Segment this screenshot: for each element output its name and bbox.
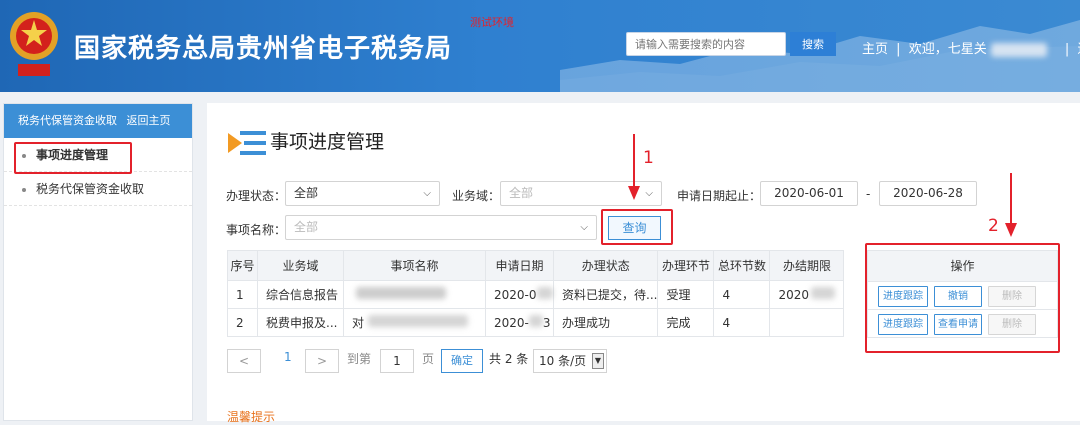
cell-total-steps: 4 [713, 308, 771, 337]
cell-domain: 税费申报及... [257, 308, 344, 337]
redacted-text [356, 287, 446, 299]
page-size-value: 10 条/页 [539, 354, 587, 368]
goto-label: 到第 [347, 352, 372, 366]
tax-bureau-emblem-icon [10, 12, 58, 76]
cell-step: 受理 [657, 280, 715, 309]
cell-domain: 综合信息报告 [257, 280, 344, 309]
prev-page-button[interactable]: < [227, 349, 261, 373]
cell-date: 2020- 3 [485, 308, 554, 337]
cell-status: 办理成功 [552, 308, 659, 337]
page-unit-label: 页 [422, 352, 435, 366]
cell-index: 1 [227, 280, 258, 309]
search-button[interactable]: 搜索 [790, 32, 836, 56]
status-value: 全部 [294, 186, 319, 200]
current-page[interactable]: 1 [284, 350, 292, 364]
redacted-text [368, 315, 469, 327]
date-to-value: 2020-06-28 [893, 186, 963, 200]
test-environment-label: 测试环境 [470, 16, 514, 29]
date-dash: - [866, 187, 871, 201]
annotation-box-query [601, 209, 673, 245]
cell-item-name [343, 280, 486, 309]
table-header-row: 序号 业务域 事项名称 申请日期 办理状态 办理环节 总环节数 办结期限 [227, 250, 845, 281]
domain-value: 全部 [509, 186, 534, 200]
date-from-value: 2020-06-01 [774, 186, 844, 200]
welcome-text: 欢迎，七星关 [908, 42, 987, 57]
cell-date: 2020-0 [485, 280, 554, 309]
chevron-down-icon: ⌵ [645, 188, 653, 199]
status-select[interactable]: 全部 ⌵ [285, 181, 440, 206]
redacted-text [536, 287, 553, 299]
annotation-box-operations [865, 243, 1060, 353]
cell-status: 资料已提交，待... [552, 280, 659, 309]
date-to-input[interactable]: 2020-06-28 [879, 181, 977, 206]
col-header: 业务域 [257, 250, 344, 281]
search-input[interactable] [626, 32, 786, 56]
redacted-text [528, 315, 543, 327]
sidebar-title: 税务代保管资金收取 [18, 114, 117, 127]
item-name-value: 全部 [294, 220, 319, 234]
dropdown-arrow-icon: ▼ [592, 353, 604, 369]
top-nav: 主页 | 欢迎，七星关 | 退出 [862, 38, 1080, 57]
cell-index: 2 [227, 308, 258, 337]
list-title-icon [228, 131, 266, 155]
table-row[interactable]: 1 综合信息报告 2020-0 资料已提交，待... 受理 4 2020 [227, 280, 845, 309]
page-title: 事项进度管理 [270, 131, 385, 153]
table-row[interactable]: 2 税费申报及... 对 2020- 3 办理成功 完成 4 [227, 308, 845, 337]
cell-total-steps: 4 [713, 280, 771, 309]
cell-step: 完成 [657, 308, 715, 337]
col-header: 事项名称 [343, 250, 486, 281]
site-title: 国家税务总局贵州省电子税务局 [74, 34, 453, 64]
col-header: 办理环节 [657, 250, 715, 281]
annotation-arrow-down-icon [628, 134, 640, 200]
annotation-number-1: 1 [643, 148, 654, 168]
sidebar-item-fund-collection[interactable]: 税务代保管资金收取 [4, 172, 192, 206]
bullet-icon [22, 187, 26, 192]
domain-label: 业务域： [452, 189, 501, 203]
header-bar: 国家税务总局贵州省电子税务局 测试环境 搜索 主页 | 欢迎，七星关 | 退出 [0, 0, 1080, 92]
goto-page-input[interactable]: 1 [380, 349, 414, 373]
goto-confirm-button[interactable]: 确定 [441, 349, 483, 373]
cell-deadline: 2020 [769, 280, 845, 309]
col-header: 办理状态 [552, 250, 659, 281]
total-count: 共 2 条 [489, 352, 529, 366]
nav-separator: | [896, 42, 901, 57]
date-from-input[interactable]: 2020-06-01 [760, 181, 858, 206]
col-header: 办结期限 [769, 250, 845, 281]
item-name-label: 事项名称： [226, 223, 287, 237]
annotation-box-sidebar [14, 142, 132, 174]
username-redacted [990, 42, 1047, 57]
date-range-label: 申请日期起止： [677, 189, 762, 203]
col-header: 总环节数 [713, 250, 771, 281]
page-size-select[interactable]: 10 条/页 ▼ [533, 349, 607, 373]
next-page-button[interactable]: > [305, 349, 339, 373]
redacted-text [811, 287, 835, 299]
nav-separator: | [1064, 42, 1070, 57]
sidebar-header: 税务代保管资金收取 返回主页 [4, 104, 192, 138]
chevron-down-icon: ⌵ [423, 188, 431, 199]
cell-deadline [769, 308, 845, 337]
col-header: 序号 [227, 250, 258, 281]
annotation-number-2: 2 [988, 216, 999, 236]
sidebar-item-label: 税务代保管资金收取 [36, 182, 145, 196]
home-link[interactable]: 主页 [862, 42, 888, 57]
results-table: 序号 业务域 事项名称 申请日期 办理状态 办理环节 总环节数 办结期限 1 综… [227, 250, 845, 337]
cell-item-name: 对 [343, 308, 486, 337]
warm-tip-heading: 温馨提示 [227, 410, 276, 424]
col-header: 申请日期 [485, 250, 554, 281]
chevron-down-icon: ⌵ [580, 222, 588, 233]
annotation-arrow-down-icon [1005, 173, 1017, 237]
back-home-link[interactable]: 返回主页 [127, 114, 171, 127]
item-name-select[interactable]: 全部 ⌵ [285, 215, 597, 240]
status-label: 办理状态： [226, 189, 287, 203]
